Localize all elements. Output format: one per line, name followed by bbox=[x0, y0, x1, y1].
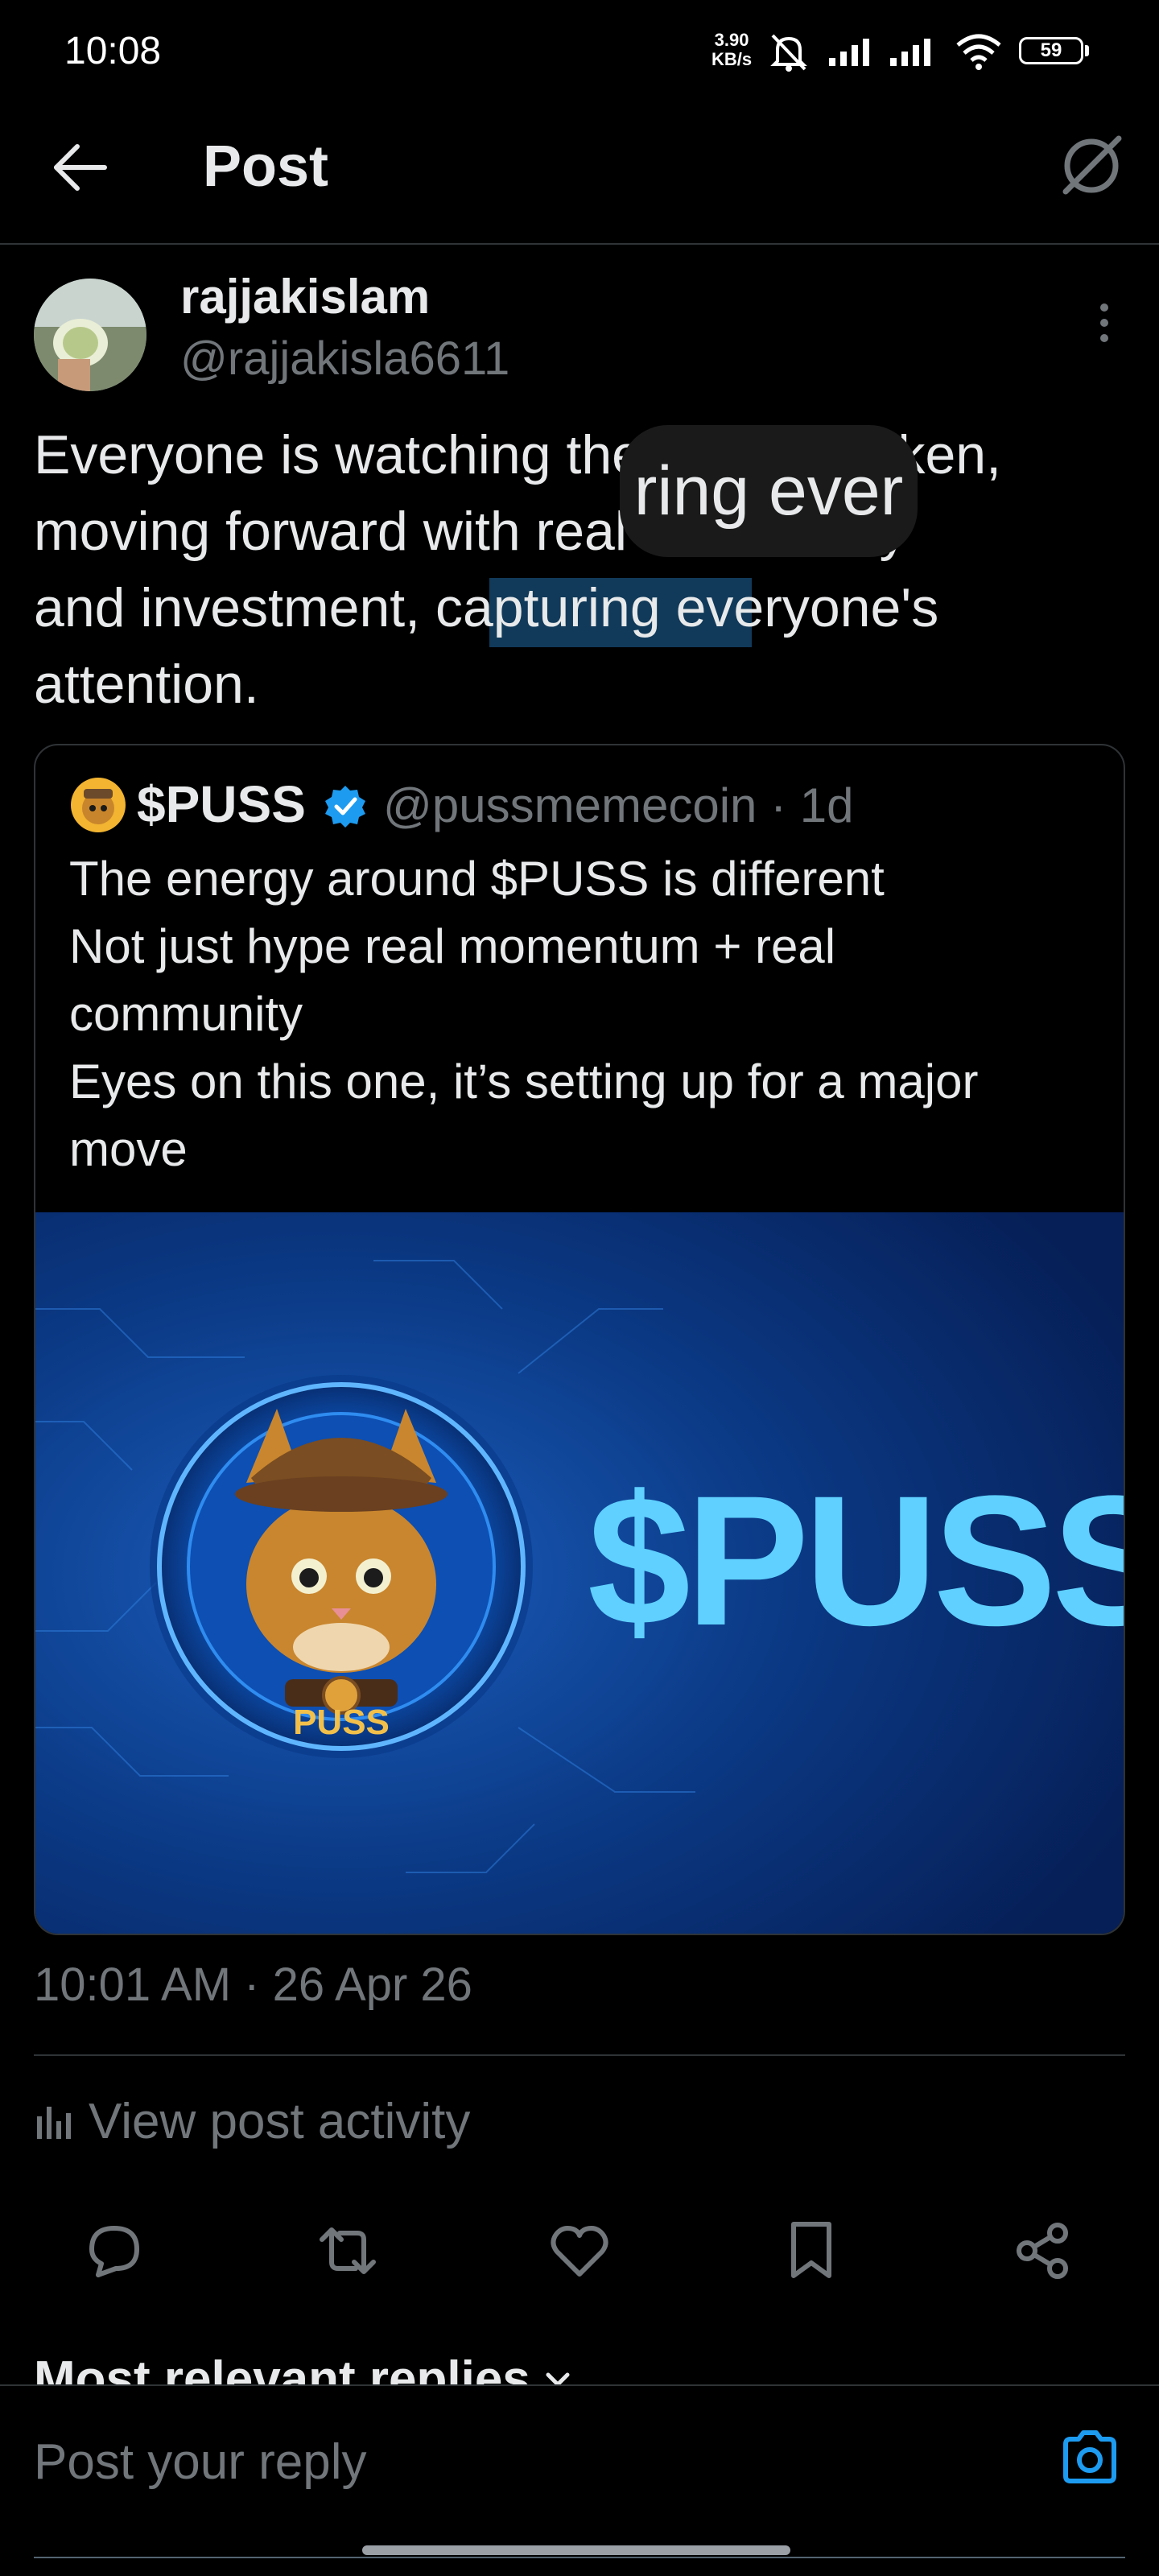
grok-icon[interactable] bbox=[1059, 134, 1124, 198]
reply-input-underline bbox=[34, 2557, 1125, 2558]
meta-divider bbox=[34, 2054, 1125, 2056]
back-arrow-icon[interactable] bbox=[50, 137, 111, 198]
page-title: Post bbox=[203, 134, 329, 199]
cellular-signal-2-icon bbox=[890, 35, 947, 68]
network-speed-unit: KB/s bbox=[711, 49, 753, 69]
quoted-avatar bbox=[71, 778, 126, 832]
post-timestamp: 10:01 AM · 26 Apr 26 bbox=[34, 1959, 472, 2011]
author-handle[interactable]: @rajjakisla6611 bbox=[180, 332, 509, 386]
selection-magnifier: ring ever bbox=[620, 425, 918, 557]
more-options-icon[interactable] bbox=[1098, 303, 1111, 343]
view-post-activity-label: View post activity bbox=[89, 2094, 471, 2149]
quoted-post-text: The energy around $PUSS is different Not… bbox=[69, 852, 979, 1176]
selection-magnifier-text: ring ever bbox=[633, 452, 904, 530]
bookmark-icon[interactable] bbox=[779, 2219, 843, 2283]
battery-level: 59 bbox=[1040, 39, 1062, 61]
wifi-icon bbox=[955, 32, 1003, 71]
view-post-activity-link[interactable]: View post activity bbox=[34, 2093, 470, 2150]
quoted-post-card[interactable]: $PUSS @pussmemecoin · 1d The energy arou… bbox=[34, 744, 1125, 1935]
repost-icon[interactable] bbox=[316, 2219, 380, 2283]
network-speed-value: 3.90 bbox=[714, 30, 749, 50]
quoted-post-media[interactable]: PUSS $PUSS bbox=[35, 1212, 1125, 1934]
camera-icon[interactable] bbox=[1059, 2428, 1120, 2486]
post-text: Everyone is watching the $PUSS token, mo… bbox=[34, 424, 1001, 715]
cellular-signal-icon bbox=[829, 35, 885, 68]
alarm-muted-icon bbox=[766, 32, 811, 72]
media-title: $PUSS bbox=[588, 1457, 1125, 1664]
battery-nub bbox=[1085, 45, 1089, 56]
battery-icon: 59 bbox=[1019, 37, 1083, 64]
verified-badge-icon bbox=[324, 784, 367, 828]
status-time: 10:08 bbox=[64, 30, 162, 72]
like-icon[interactable] bbox=[547, 2219, 612, 2283]
share-icon[interactable] bbox=[1011, 2219, 1075, 2283]
author-display-name[interactable]: rajjakislam bbox=[180, 269, 430, 324]
home-indicator[interactable] bbox=[362, 2545, 790, 2555]
header-divider bbox=[0, 243, 1159, 245]
reply-icon[interactable] bbox=[82, 2219, 146, 2283]
media-badge-text: PUSS bbox=[293, 1703, 390, 1742]
reply-input[interactable] bbox=[34, 2429, 1032, 2494]
quoted-display-name: $PUSS bbox=[137, 775, 306, 833]
network-speed: 3.90 KB/s bbox=[711, 31, 752, 69]
author-avatar[interactable] bbox=[34, 279, 146, 391]
quoted-handle-time: @pussmemecoin · 1d bbox=[383, 778, 854, 832]
analytics-icon bbox=[37, 2106, 71, 2139]
